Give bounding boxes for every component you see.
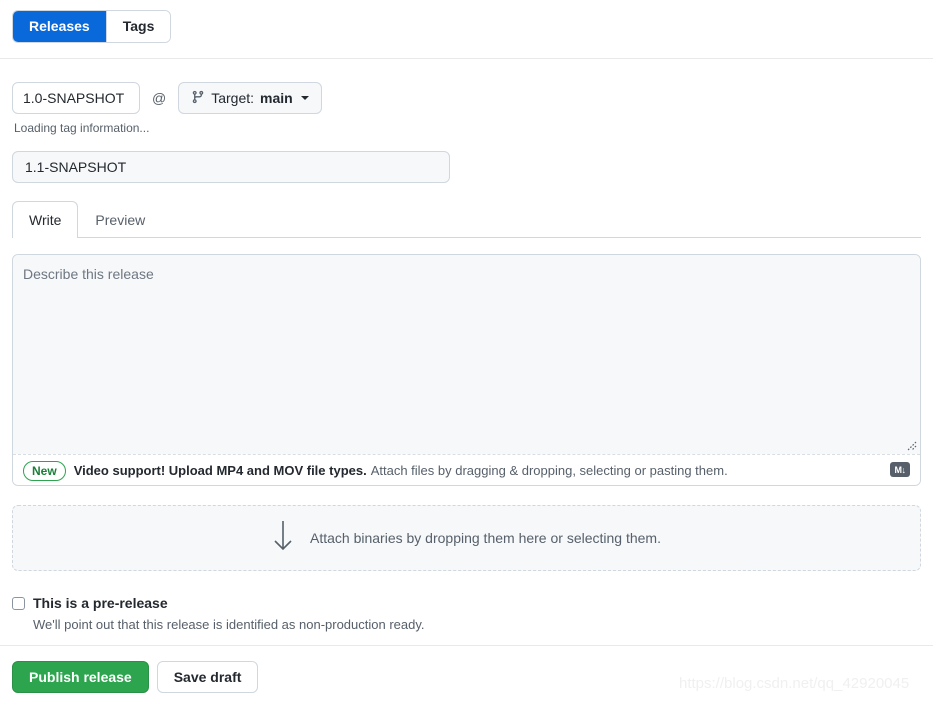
tab-releases[interactable]: Releases: [13, 11, 106, 42]
release-body-textarea[interactable]: Describe this release: [13, 255, 920, 454]
tab-preview[interactable]: Preview: [78, 201, 162, 238]
prerelease-label: This is a pre-release: [33, 595, 168, 611]
target-branch-dropdown[interactable]: Target: main: [178, 82, 322, 114]
tag-target-row: @ Target: main: [12, 82, 322, 114]
resize-handle-icon[interactable]: [903, 437, 917, 451]
tab-write[interactable]: Write: [12, 201, 79, 238]
status-badge: New: [23, 460, 66, 481]
header-divider: [0, 58, 933, 59]
video-support-text: Video support! Upload MP4 and MOV file t…: [73, 463, 367, 478]
target-label: Target:: [211, 90, 255, 106]
prerelease-checkbox[interactable]: [12, 597, 25, 610]
tag-version-input[interactable]: [12, 82, 140, 114]
prerelease-description: We'll point out that this release is ide…: [33, 617, 425, 632]
publish-release-button[interactable]: Publish release: [12, 661, 149, 693]
editor-footer-bar: New Video support! Upload MP4 and MOV fi…: [13, 454, 920, 485]
editor-tabnav: Write Preview: [12, 201, 921, 238]
release-body-placeholder: Describe this release: [23, 266, 154, 282]
git-branch-icon: [191, 90, 205, 107]
save-draft-button[interactable]: Save draft: [156, 661, 259, 693]
watermark-text: https://blog.csdn.net/qq_42920045: [679, 675, 910, 692]
releases-tags-switcher: Releases Tags: [12, 10, 172, 43]
footer-divider: [0, 645, 933, 646]
target-branch-value: main: [260, 90, 293, 106]
attach-files-hint: Attach files by dragging & dropping, sel…: [370, 463, 728, 478]
tab-tags[interactable]: Tags: [106, 11, 171, 42]
markdown-icon[interactable]: M↓: [890, 462, 910, 477]
prerelease-section: This is a pre-release We'll point out th…: [12, 594, 612, 634]
at-separator: @: [152, 90, 167, 106]
attach-binaries-dropzone[interactable]: Attach binaries by dropping them here or…: [12, 505, 921, 571]
dropzone-label: Attach binaries by dropping them here or…: [310, 530, 661, 546]
release-title-input[interactable]: [12, 151, 450, 183]
release-form-page: Releases Tags @ Target: main Loading tag…: [0, 0, 933, 703]
form-actions: Publish release Save draft: [12, 661, 259, 693]
prerelease-row: This is a pre-release: [12, 594, 612, 612]
tag-loading-status: Loading tag information...: [14, 121, 150, 135]
release-description-box: Describe this release New Video support!…: [12, 254, 921, 486]
chevron-down-icon: [300, 96, 309, 100]
arrow-down-icon: [272, 519, 294, 558]
